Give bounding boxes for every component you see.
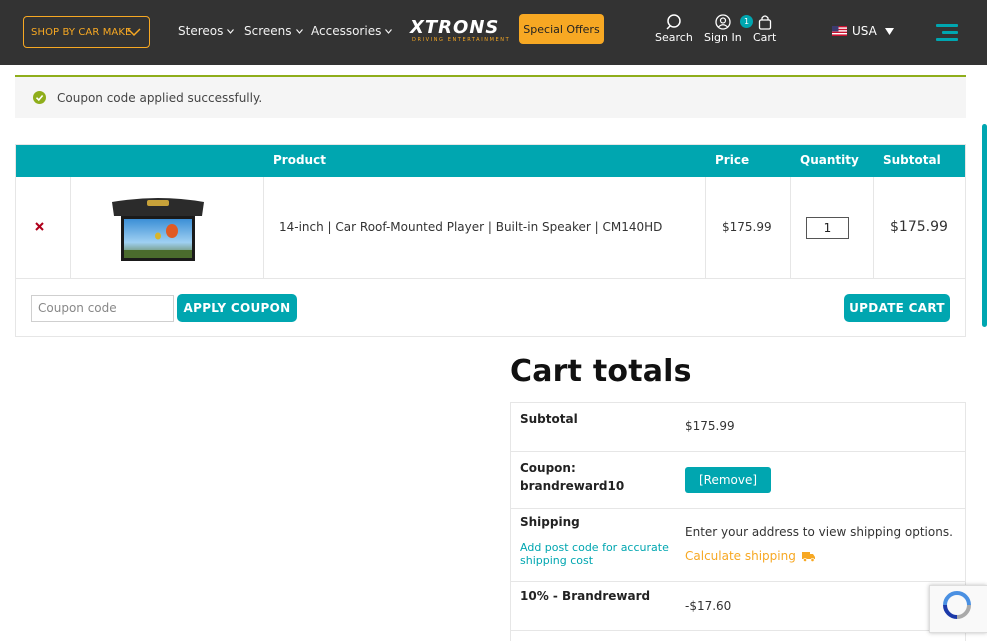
caret-down-icon: [884, 27, 894, 35]
notice-message: Coupon code applied successfully.: [57, 90, 263, 105]
coupon-code-input[interactable]: Coupon code: [31, 295, 174, 322]
page-scrollbar[interactable]: [982, 124, 987, 327]
xtrons-logo[interactable]: XTRONS DRIVING ENTERTAINMENT: [410, 19, 518, 45]
search-icon: [666, 14, 681, 30]
menu-icon[interactable]: [936, 24, 958, 41]
chevron-down-icon: [127, 28, 141, 37]
subtotal-value: $175.99: [685, 419, 735, 433]
remove-x-icon[interactable]: [34, 221, 45, 232]
check-circle-icon: [33, 91, 46, 104]
coupon-label-prefix: Coupon:: [520, 461, 576, 475]
header-price: Price: [715, 153, 750, 167]
cart-label: Cart: [753, 31, 777, 44]
chevron-down-icon: [295, 28, 303, 34]
discount-label: 10% - Brandreward: [520, 589, 651, 603]
header-quantity: Quantity: [800, 153, 859, 167]
product-price: $175.99: [722, 220, 772, 234]
cart-table: Product Price Quantity Subtotal 14-inch …: [15, 144, 966, 337]
remove-coupon-button[interactable]: [Remove]: [685, 467, 771, 493]
special-offers-button[interactable]: Special Offers: [519, 14, 604, 44]
discount-value: -$17.60: [685, 599, 732, 613]
calculate-shipping-label: Calculate shipping: [685, 549, 796, 563]
nav-stereos-label: Stereos: [178, 24, 224, 38]
sign-in-button[interactable]: Sign In: [704, 14, 742, 44]
shop-by-car-make-button[interactable]: SHOP BY CAR MAKE: [23, 16, 150, 48]
subtotal-label: Subtotal: [520, 412, 578, 426]
country-selector[interactable]: USA: [832, 24, 894, 38]
nav-accessories-label: Accessories: [311, 24, 382, 38]
coupon-label: Coupon: brandreward10: [520, 459, 624, 495]
user-icon: [715, 14, 731, 30]
coupon-success-notice: Coupon code applied successfully.: [15, 75, 966, 118]
nav-screens-label: Screens: [244, 24, 292, 38]
chevron-down-icon: [385, 28, 393, 34]
us-flag-icon: [832, 26, 847, 36]
cart-button[interactable]: Cart: [753, 14, 776, 44]
recaptcha-icon: [943, 591, 971, 619]
product-subtotal: $175.99: [890, 219, 948, 235]
update-cart-button[interactable]: UPDATE CART: [844, 294, 950, 322]
shop-by-car-make-label: SHOP BY CAR MAKE: [31, 26, 132, 38]
truck-icon: [801, 551, 815, 562]
header-subtotal: Subtotal: [883, 153, 941, 167]
chevron-down-icon: [227, 28, 235, 34]
shipping-text: Enter your address to view shipping opti…: [685, 525, 953, 539]
shipping-label: Shipping: [520, 515, 580, 529]
site-header: SHOP BY CAR MAKE Stereos Screens Accesso…: [0, 0, 987, 65]
search-button[interactable]: Search: [655, 14, 693, 44]
shipping-hint-link[interactable]: Add post code for accurate shipping cost: [520, 541, 670, 567]
nav-screens[interactable]: Screens: [244, 24, 303, 38]
cart-totals-table: Subtotal $175.99 Coupon: brandreward10 […: [510, 402, 966, 641]
totals-shipping-row: Shipping Add post code for accurate ship…: [511, 509, 965, 582]
cart-totals-title: Cart totals: [510, 354, 692, 389]
cart-item-row: 14-inch | Car Roof-Mounted Player | Buil…: [16, 177, 965, 279]
apply-coupon-button[interactable]: APPLY COUPON: [177, 294, 297, 322]
cart-count-badge: 1: [740, 15, 753, 28]
cart-table-header: Product Price Quantity Subtotal: [16, 145, 965, 177]
search-label: Search: [655, 31, 693, 44]
recaptcha-badge[interactable]: [929, 585, 987, 633]
logo-tagline: DRIVING ENTERTAINMENT: [412, 37, 511, 43]
nav-stereos[interactable]: Stereos: [178, 24, 235, 38]
totals-coupon-row: Coupon: brandreward10 [Remove]: [511, 452, 965, 509]
product-thumbnail[interactable]: [109, 196, 207, 263]
coupon-code-name: brandreward10: [520, 479, 625, 493]
calculate-shipping-link[interactable]: Calculate shipping: [685, 549, 815, 563]
sign-in-label: Sign In: [704, 31, 742, 44]
quantity-input[interactable]: 1: [806, 217, 849, 239]
product-name[interactable]: 14-inch | Car Roof-Mounted Player | Buil…: [279, 220, 662, 234]
totals-subtotal-row: Subtotal $175.99: [511, 403, 965, 452]
nav-accessories[interactable]: Accessories: [311, 24, 393, 38]
logo-wordmark: XTRONS: [410, 17, 500, 38]
bag-icon: [758, 15, 771, 30]
header-product: Product: [273, 153, 326, 167]
totals-discount-row: 10% - Brandreward -$17.60: [511, 582, 965, 631]
page: SHOP BY CAR MAKE Stereos Screens Accesso…: [0, 0, 987, 641]
country-label: USA: [852, 24, 877, 38]
